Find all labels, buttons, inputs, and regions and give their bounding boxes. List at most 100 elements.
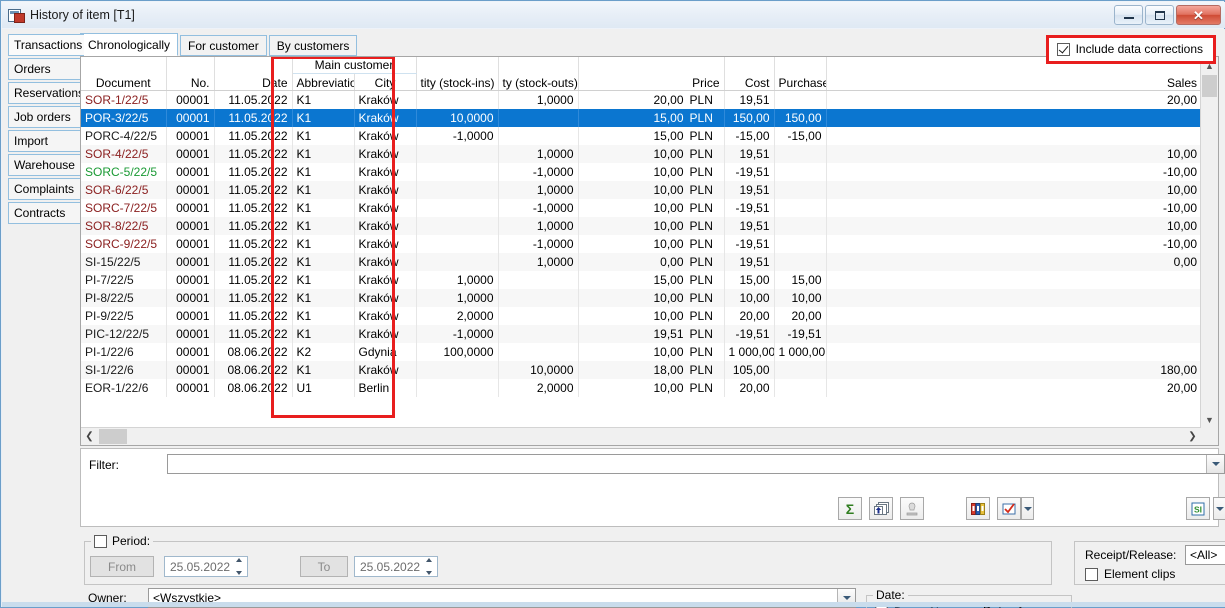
receipt-release-select[interactable]: <All> (1185, 545, 1225, 565)
table-row[interactable]: SORC-7/22/5 00001 11.05.2022 K1 Kraków -1,000… (81, 199, 1201, 217)
maximize-button[interactable] (1145, 5, 1174, 25)
cell-price: 10,00 PLN (578, 181, 725, 199)
cell-purchase: 15,00 (774, 271, 827, 289)
to-date-spinner[interactable] (422, 558, 436, 575)
cell-sales (826, 343, 1201, 361)
checkmark-icon (1002, 502, 1016, 514)
sum-button[interactable]: Σ (838, 497, 862, 520)
cell-document: SOR-8/22/5 (81, 217, 167, 235)
from-button[interactable]: From (90, 556, 154, 577)
cell-stock-ins: 10,0000 (416, 109, 499, 127)
cell-price: 18,00 PLN (578, 361, 725, 379)
table-row[interactable]: SORC-5/22/5 00001 11.05.2022 K1 Kraków -1,000… (81, 163, 1201, 181)
cell-purchase: 150,00 (774, 109, 827, 127)
minimize-button[interactable] (1114, 5, 1143, 25)
si-dropdown[interactable] (1213, 497, 1225, 520)
transactions-table: Document No. Date Main customer tity (st… (81, 57, 1202, 397)
transactions-grid[interactable]: Document No. Date Main customer tity (st… (80, 56, 1219, 446)
cell-date: 11.05.2022 (214, 271, 293, 289)
table-row[interactable]: SORC-9/22/5 00001 11.05.2022 K1 Kraków -1,000… (81, 235, 1201, 253)
cell-purchase (774, 199, 827, 217)
filter-label: Filter: (89, 458, 119, 472)
col-no[interactable]: No. (166, 57, 215, 91)
horizontal-scroll-thumb[interactable] (99, 429, 127, 444)
window-frame: History of item [T1] ✕ Transactions Orde… (0, 0, 1225, 608)
col-document[interactable]: Document (81, 57, 167, 91)
cell-date: 11.05.2022 (214, 127, 293, 145)
table-row[interactable]: SOR-6/22/5 00001 11.05.2022 K1 Kraków 1,0000 1… (81, 181, 1202, 199)
table-row[interactable]: SOR-1/22/5 00001 11.05.2022 K1 Kraków 1,0000 2… (81, 90, 1201, 109)
table-row[interactable]: PORC-4/22/5 00001 11.05.2022 K1 Kraków -1,000… (81, 127, 1201, 145)
table-row[interactable]: PI-1/22/6 00001 08.06.2022 K2 Gdynia 100,0000… (81, 343, 1201, 361)
filter-dropdown-arrow[interactable] (1206, 455, 1224, 473)
copy-layers-button[interactable] (869, 497, 893, 520)
tab-for-customer[interactable]: For customer (180, 35, 267, 56)
col-stock-outs[interactable]: ty (stock-outs) (498, 57, 579, 91)
cell-no: 00001 (166, 325, 215, 343)
si-icon: SI (1191, 502, 1205, 515)
col-purchase[interactable]: Purchase (774, 57, 827, 91)
sidebar-item-complaints[interactable]: Complaints (8, 178, 81, 200)
col-cost[interactable]: Cost (724, 57, 775, 91)
table-row[interactable]: EOR-1/22/6 00001 08.06.2022 U1 Berlin 2,0000 1… (81, 379, 1201, 397)
close-button[interactable]: ✕ (1176, 5, 1221, 25)
si-button[interactable]: SI (1186, 497, 1210, 520)
col-city[interactable]: City (354, 73, 417, 91)
element-clips-checkbox[interactable] (1085, 567, 1098, 581)
tab-chronologically[interactable]: Chronologically (80, 33, 179, 56)
from-date-field[interactable]: 25.05.2022 (164, 556, 248, 577)
cell-stock-outs (498, 343, 579, 361)
sidebar-item-reservations[interactable]: Reservations (8, 82, 81, 104)
tab-by-customers[interactable]: By customers (268, 35, 358, 56)
grid-horizontal-scrollbar[interactable]: ❮ ❯ (81, 427, 1201, 445)
table-row[interactable]: PI-9/22/5 00001 11.05.2022 K1 Kraków 2,0000 10… (81, 307, 1201, 325)
to-date-field[interactable]: 25.05.2022 (354, 556, 438, 577)
table-row[interactable]: PI-8/22/5 00001 11.05.2022 K1 Kraków 1,0000 10… (81, 289, 1202, 307)
scroll-down-icon[interactable]: ▼ (1201, 411, 1218, 428)
binders-button[interactable] (966, 497, 990, 520)
grid-vertical-scrollbar[interactable]: ▲ ▼ (1200, 57, 1218, 428)
sidebar-item-job-orders[interactable]: Job orders (8, 106, 81, 128)
cell-stock-outs: 1,0000 (498, 181, 579, 199)
sidebar-item-transactions[interactable]: Transactions (8, 34, 84, 56)
table-row[interactable]: PIC-12/22/5 00001 11.05.2022 K1 Kraków -1,000… (81, 325, 1202, 343)
sidebar-item-import[interactable]: Import (8, 130, 81, 152)
cell-sales (826, 271, 1201, 289)
cell-purchase (774, 90, 827, 109)
col-price[interactable]: Price (578, 57, 725, 91)
cell-stock-outs (498, 325, 579, 343)
table-row[interactable]: POR-3/22/5 00001 11.05.2022 K1 Kraków 10,0000… (81, 109, 1202, 127)
sidebar-item-contracts[interactable]: Contracts (8, 202, 81, 224)
cell-sales (826, 307, 1201, 325)
period-checkbox[interactable] (94, 534, 107, 548)
col-stock-ins[interactable]: tity (stock-ins) (416, 57, 499, 91)
cell-abbreviation: K1 (292, 109, 355, 127)
vertical-scroll-thumb[interactable] (1202, 75, 1217, 97)
cell-purchase (774, 163, 827, 181)
scroll-right-icon[interactable]: ❯ (1184, 428, 1201, 445)
apply-filter-button[interactable] (997, 497, 1021, 520)
scroll-left-icon[interactable]: ❮ (81, 428, 98, 445)
filter-input[interactable] (167, 454, 1225, 474)
include-data-corrections-checkbox[interactable] (1056, 42, 1070, 56)
sidebar-item-orders[interactable]: Orders (8, 58, 81, 80)
sidebar-item-warehouse[interactable]: Warehouse (8, 154, 81, 176)
table-row[interactable]: SI-15/22/5 00001 11.05.2022 K1 Kraków 1,0000 0… (81, 253, 1202, 271)
cell-city: Kraków (354, 199, 417, 217)
cell-stock-outs (498, 109, 579, 127)
from-date-spinner[interactable] (232, 558, 246, 575)
cell-stock-ins (416, 90, 499, 109)
client-area: Transactions Orders Reservations Job ord… (2, 29, 1225, 608)
table-row[interactable]: PI-7/22/5 00001 11.05.2022 K1 Kraków 1,0000 15… (81, 271, 1201, 289)
chevron-down-icon (1211, 462, 1220, 466)
col-abbreviation[interactable]: Abbreviation (292, 73, 355, 91)
apply-filter-dropdown[interactable] (1021, 497, 1034, 520)
table-row[interactable]: SI-1/22/6 00001 08.06.2022 K1 Kraków 10,0000 1… (81, 361, 1202, 379)
cell-document: POR-3/22/5 (81, 109, 167, 127)
to-button[interactable]: To (300, 556, 348, 577)
col-date[interactable]: Date (214, 57, 293, 91)
stamp-button[interactable] (900, 497, 924, 520)
table-row[interactable]: SOR-8/22/5 00001 11.05.2022 K1 Kraków 1,0000 1… (81, 217, 1202, 235)
table-row[interactable]: SOR-4/22/5 00001 11.05.2022 K1 Kraków 1,0000 1… (81, 145, 1202, 163)
table-head: Document No. Date Main customer tity (st… (81, 57, 1202, 91)
